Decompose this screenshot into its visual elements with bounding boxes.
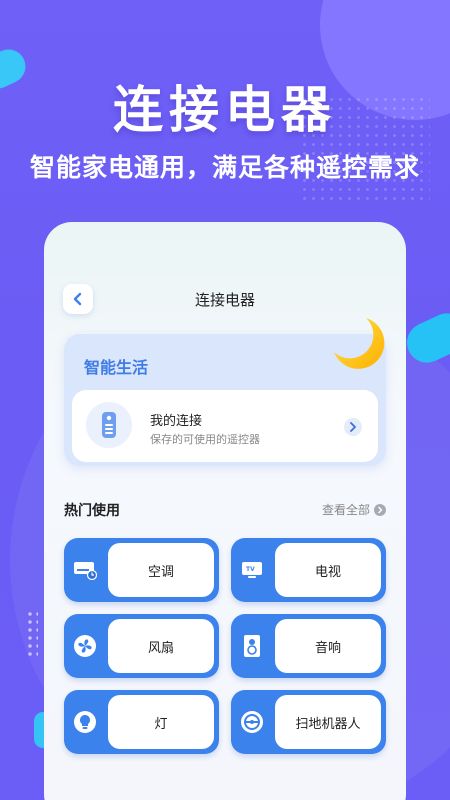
- svg-text:TV: TV: [246, 566, 255, 573]
- top-bar: 连接电器: [44, 284, 406, 314]
- fan-icon: [72, 633, 98, 659]
- hero-title: 连接电器: [113, 81, 337, 139]
- appliance-label: 空调: [108, 543, 214, 597]
- robot-vacuum-icon: [239, 709, 265, 735]
- appliance-tile-speaker[interactable]: 音响: [231, 614, 386, 678]
- air-conditioner-icon: [72, 557, 98, 583]
- smart-life-card: 智能生活 我的连接 保存的可使用的遥控器: [64, 318, 386, 466]
- my-connection-card[interactable]: 我的连接 保存的可使用的遥控器: [72, 390, 378, 462]
- appliance-tile-light[interactable]: 灯: [64, 690, 219, 754]
- see-all-link[interactable]: 查看全部: [322, 501, 386, 518]
- smart-life-title: 智能生活: [84, 358, 149, 377]
- tv-icon: TV: [239, 557, 265, 583]
- remote-control-icon: [86, 402, 132, 448]
- hero-subtitle: 智能家电通用，满足各种遥控需求: [29, 153, 420, 182]
- speaker-icon: [239, 633, 265, 659]
- my-connection-subtitle: 保存的可使用的遥控器: [150, 433, 260, 446]
- appliance-label: 风扇: [108, 619, 214, 673]
- appliance-label: 音响: [275, 619, 381, 673]
- appliance-tile-fan[interactable]: 风扇: [64, 614, 219, 678]
- page-title: 连接电器: [194, 291, 255, 309]
- hot-section-title: 热门使用: [64, 503, 120, 519]
- appliance-tile-air-conditioner[interactable]: 空调: [64, 538, 219, 602]
- light-bulb-icon: [72, 709, 98, 735]
- appliance-label: 电视: [275, 543, 381, 597]
- appliance-label: 灯: [108, 695, 214, 749]
- see-all-label: 查看全部: [321, 503, 370, 517]
- hot-section-header: 热门使用 查看全部: [64, 500, 386, 520]
- moon-icon: [334, 318, 385, 369]
- decorative-dot-column: [26, 610, 38, 660]
- my-connection-title: 我的连接: [150, 414, 203, 429]
- chevron-right-icon[interactable]: [344, 418, 362, 436]
- appliance-label: 扫地机器人: [275, 695, 381, 749]
- chevron-right-icon: [374, 503, 386, 516]
- phone-screen: 连接电器 智能生活 我的连接 保存的可使用的遥控器 热门使用 查看全部 空调 T…: [44, 222, 406, 800]
- appliance-tile-robot-vacuum[interactable]: 扫地机器人: [231, 690, 386, 754]
- appliance-tile-tv[interactable]: TV 电视: [231, 538, 386, 602]
